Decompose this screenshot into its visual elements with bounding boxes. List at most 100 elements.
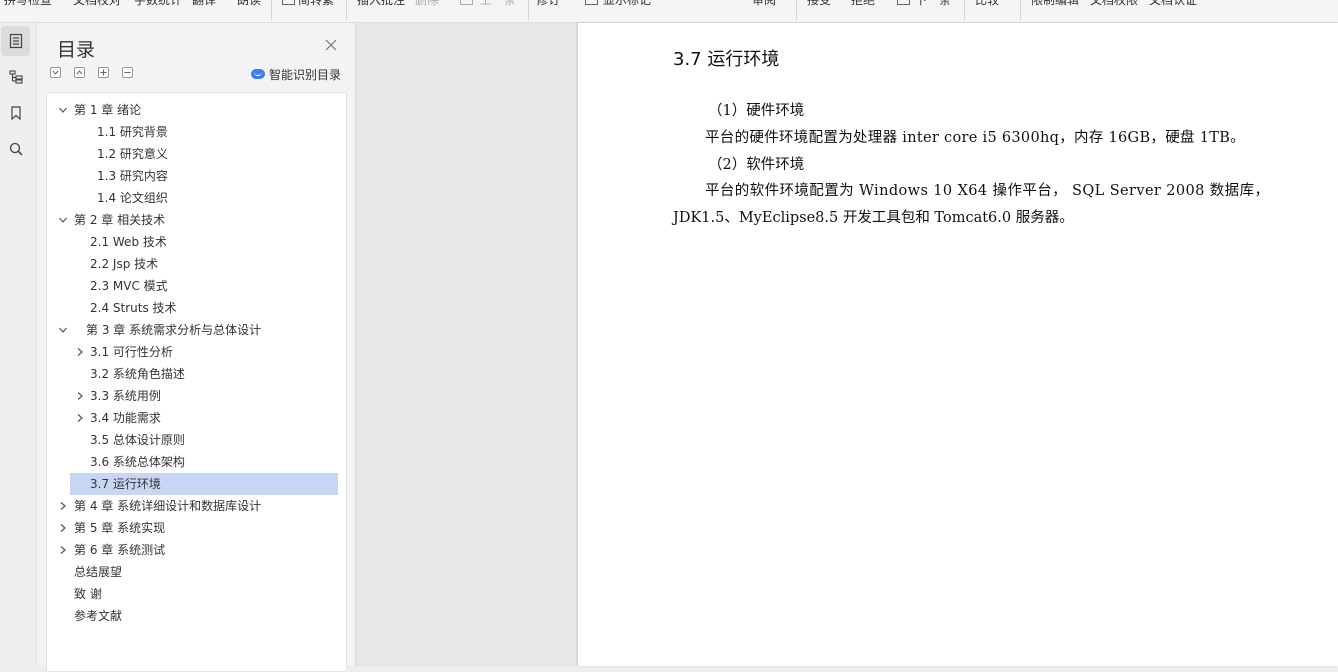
show-markup-icon (585, 0, 598, 5)
paragraph-software-cont: JDK1.5、MyEclipse8.5 开发工具包和 Tomcat6.0 服务器… (673, 210, 1074, 226)
page-gutter (356, 23, 578, 666)
toc-item-2-2[interactable]: 2.2 Jsp 技术 (55, 253, 338, 275)
spell-check-button[interactable]: 拼写检查 (4, 0, 52, 8)
toc-item-label: 3.6 系统总体架构 (90, 455, 185, 469)
toc-rail-button[interactable] (1, 26, 30, 56)
chevron-right-icon[interactable] (75, 413, 85, 423)
translate-button[interactable]: 翻译 (192, 0, 216, 8)
toc-item-label: 第 6 章 系统测试 (74, 543, 166, 557)
ribbon-divider (346, 0, 347, 20)
next-change-button[interactable]: 下一条 (915, 0, 951, 8)
toc-item-label: 2.4 Struts 技术 (90, 301, 177, 315)
compare-button[interactable]: 比较 (975, 0, 999, 8)
subheading-hardware: （1）硬件环境 (708, 103, 805, 119)
toc-item-3-5[interactable]: 3.5 总体设计原则 (55, 429, 338, 451)
toc-item-2-1[interactable]: 2.1 Web 技术 (55, 231, 338, 253)
doc-permission-button[interactable]: 文档权限 (1090, 0, 1138, 8)
smart-toc-label: 智能识别目录 (269, 67, 342, 82)
toc-item-acknowledgements[interactable]: 致 谢 (55, 583, 338, 605)
toc-item-chapter-3[interactable]: 第 3 章 系统需求分析与总体设计 (55, 319, 338, 341)
insert-comment-button[interactable]: 插入批注 (357, 0, 405, 8)
search-icon (9, 142, 23, 156)
toc-item-3-6[interactable]: 3.6 系统总体架构 (55, 451, 338, 473)
convert-icon (282, 0, 295, 5)
toc-item-3-1[interactable]: 3.1 可行性分析 (55, 341, 338, 363)
toc-item-2-4[interactable]: 2.4 Struts 技术 (55, 297, 338, 319)
toc-item-references[interactable]: 参考文献 (55, 605, 338, 627)
read-aloud-button[interactable]: 朗读 (237, 0, 261, 8)
toc-item-label: 第 4 章 系统详细设计和数据库设计 (74, 499, 262, 513)
toc-item-3-4[interactable]: 3.4 功能需求 (55, 407, 338, 429)
toc-item-3-2[interactable]: 3.2 系统角色描述 (55, 363, 338, 385)
paragraph-software: 平台的软件环境配置为 Windows 10 X64 操作平台， SQL Serv… (705, 183, 1270, 199)
chevron-down-icon[interactable] (58, 105, 68, 115)
toc-icon (9, 33, 22, 49)
toc-item-label: 2.2 Jsp 技术 (90, 257, 159, 271)
doc-auth-button[interactable]: 文档认证 (1149, 0, 1197, 8)
simp-to-trad-button[interactable]: 简转繁 (298, 0, 334, 8)
toc-item-label: 参考文献 (74, 609, 123, 623)
chevron-right-icon[interactable] (75, 391, 85, 401)
toc-item-label: 总结展望 (74, 565, 123, 579)
track-changes-button[interactable]: 修订 (536, 0, 560, 8)
toc-item-chapter-4[interactable]: 第 4 章 系统详细设计和数据库设计 (55, 495, 338, 517)
close-icon[interactable] (325, 39, 337, 51)
ribbon-divider (271, 0, 272, 20)
sidebar-rail (0, 23, 36, 666)
expand-all-button[interactable] (50, 67, 61, 78)
toc-item-chapter-1[interactable]: 第 1 章 绪论 (55, 99, 338, 121)
review-button[interactable]: 审阅 (752, 0, 776, 8)
document-page[interactable]: 3.7 运行环境 （1）硬件环境 平台的硬件环境配置为处理器 inter cor… (578, 23, 1338, 666)
toc-item-1-4[interactable]: 1.4 论文组织 (55, 187, 338, 209)
chevron-right-icon[interactable] (75, 347, 85, 357)
prev-comment-icon (460, 0, 473, 5)
smart-toc-button[interactable]: 智能识别目录 (251, 66, 341, 82)
toc-item-3-7-selected[interactable]: 3.7 运行环境 (70, 473, 338, 495)
toc-item-3-3[interactable]: 3.3 系统用例 (55, 385, 338, 407)
subheading-software: （2）软件环境 (708, 157, 805, 173)
word-count-button[interactable]: 字数统计 (134, 0, 182, 8)
ribbon-divider (1020, 0, 1021, 20)
toc-item-1-2[interactable]: 1.2 研究意义 (55, 143, 338, 165)
chevron-down-icon[interactable] (58, 325, 68, 335)
navigation-icon (8, 70, 23, 84)
toc-item-label: 第 2 章 相关技术 (74, 213, 166, 227)
toc-item-chapter-2[interactable]: 第 2 章 相关技术 (55, 209, 338, 231)
prev-comment-button[interactable]: 上一条 (480, 0, 516, 8)
toc-item-label: 致 谢 (74, 587, 102, 601)
add-item-button[interactable] (98, 67, 109, 78)
toc-item-summary[interactable]: 总结展望 (55, 561, 338, 583)
toc-item-chapter-5[interactable]: 第 5 章 系统实现 (55, 517, 338, 539)
chevron-right-icon[interactable] (58, 523, 68, 533)
show-markup-button[interactable]: 显示标记 (603, 0, 651, 8)
toc-item-label: 第 5 章 系统实现 (74, 521, 166, 535)
toc-panel-title: 目录 (57, 39, 96, 61)
next-change-icon (897, 0, 910, 5)
bookmark-rail-button[interactable] (1, 98, 30, 128)
minus-icon (124, 72, 131, 73)
search-rail-button[interactable] (1, 134, 30, 164)
navigation-rail-button[interactable] (1, 62, 30, 92)
ribbon-toolbar: 拼写检查 文档校对 字数统计 翻译 朗读 简转繁 插入批注 删除 上一条 修订 … (0, 0, 1338, 23)
chevron-right-icon[interactable] (58, 545, 68, 555)
toc-item-label: 第 3 章 系统需求分析与总体设计 (86, 323, 262, 337)
chevron-right-icon[interactable] (58, 501, 68, 511)
toc-item-2-3[interactable]: 2.3 MVC 模式 (55, 275, 338, 297)
delete-comment-button[interactable]: 删除 (415, 0, 439, 8)
toc-item-label: 1.3 研究内容 (97, 169, 168, 183)
toc-panel: 目录 智能识别目录 第 1 章 绪论 1.1 研究背景 1.2 研究意义 1.3… (36, 23, 356, 672)
toc-item-label: 1.4 论文组织 (97, 191, 168, 205)
toc-item-chapter-6[interactable]: 第 6 章 系统测试 (55, 539, 338, 561)
accept-button[interactable]: 接受 (807, 0, 831, 8)
ai-icon (251, 69, 265, 79)
restrict-edit-button[interactable]: 限制编辑 (1031, 0, 1079, 8)
reject-button[interactable]: 拒绝 (851, 0, 875, 8)
doc-proofread-button[interactable]: 文档校对 (73, 0, 121, 8)
toc-item-1-1[interactable]: 1.1 研究背景 (55, 121, 338, 143)
remove-item-button[interactable] (122, 67, 133, 78)
ribbon-divider (964, 0, 965, 20)
toc-item-label: 3.3 系统用例 (90, 389, 161, 403)
collapse-all-button[interactable] (74, 67, 85, 78)
chevron-down-icon[interactable] (58, 215, 68, 225)
toc-item-1-3[interactable]: 1.3 研究内容 (55, 165, 338, 187)
